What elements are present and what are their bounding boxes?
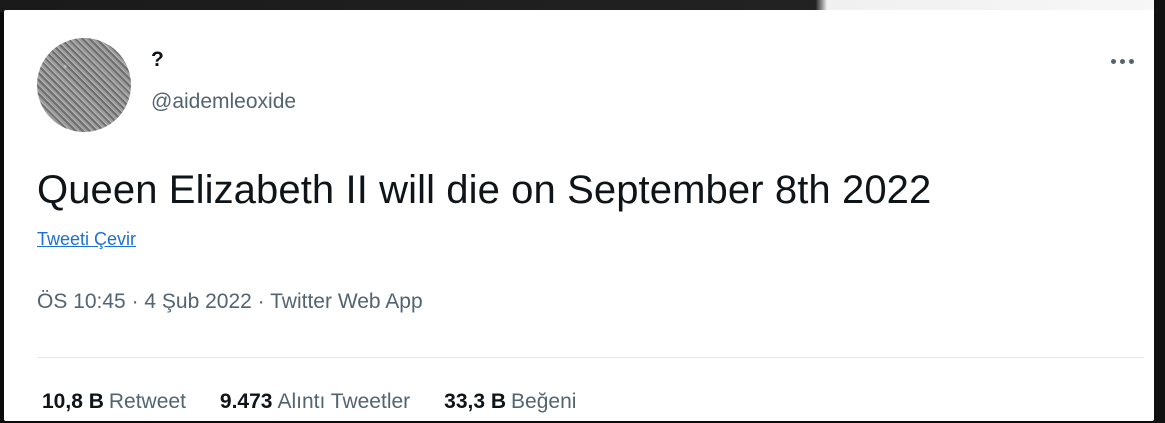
quote-tweet-count[interactable]: 9.473 Alıntı Tweetler	[220, 390, 410, 414]
avatar[interactable]	[37, 38, 131, 132]
stat-value: 9.473	[219, 390, 273, 413]
user-handle[interactable]: @aidemleoxide	[151, 90, 296, 114]
tweet-stats: 10,8 B Retweet 9.473 Alıntı Tweetler 33,3 …	[42, 390, 576, 414]
more-horizontal-icon	[1110, 58, 1116, 64]
stat-value: 10,8 B	[42, 390, 104, 413]
tweet-meta: ÖS 10:45 · 4 Şub 2022 · Twitter Web App	[37, 290, 423, 314]
right-edge	[1154, 0, 1165, 423]
like-count[interactable]: 33,3 B Beğeni	[444, 390, 576, 414]
divider	[37, 357, 1144, 358]
more-horizontal-icon-dot	[1119, 58, 1125, 64]
tweet-time[interactable]: ÖS 10:45	[37, 290, 126, 313]
meta-separator: ·	[125, 290, 145, 313]
stat-value: 33,3 B	[444, 390, 507, 413]
meta-separator: ·	[251, 290, 271, 313]
display-name[interactable]: ?	[151, 48, 164, 72]
retweet-count[interactable]: 10,8 B Retweet	[42, 390, 186, 414]
translate-tweet-link[interactable]: Tweeti Çevir	[37, 229, 136, 250]
more-options-button[interactable]	[1102, 48, 1142, 74]
screenshot-frame: ? @aidemleoxide Queen Elizabeth II will …	[0, 0, 1165, 423]
stat-label: Beğeni	[511, 390, 577, 413]
tweet-date[interactable]: 4 Şub 2022	[144, 290, 251, 313]
more-horizontal-icon-dot	[1128, 58, 1134, 64]
tweet-card: ? @aidemleoxide Queen Elizabeth II will …	[4, 10, 1154, 421]
stat-label: Alıntı Tweetler	[277, 390, 411, 413]
tweet-text: Queen Elizabeth II will die on September…	[37, 168, 932, 212]
stat-label: Retweet	[108, 390, 186, 413]
tweet-source[interactable]: Twitter Web App	[270, 290, 423, 313]
